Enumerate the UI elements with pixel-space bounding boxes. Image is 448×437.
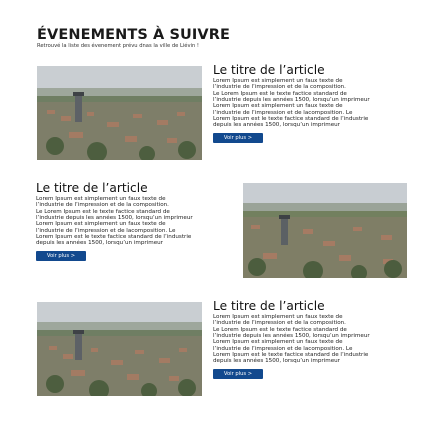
article-3-title: Le titre de l’article: [213, 299, 325, 313]
page-subtitle: Retrouvé la liste des évenement prévu dn…: [37, 43, 200, 49]
page-header: ÉVENEMENTS À SUIVRE Retrouvé la liste de…: [37, 27, 230, 50]
article-2-photo: [243, 183, 407, 278]
page-title: ÉVENEMENTS À SUIVRE: [37, 27, 230, 43]
article-1-title: Le titre de l’article: [213, 63, 325, 77]
article-3: Le titre de l’article Lorem Ipsum est si…: [213, 299, 370, 379]
article-1-voir-plus-button[interactable]: Voir plus >: [213, 132, 263, 143]
article-3-photo: [37, 302, 202, 396]
article-2-title: Le titre de l’article: [36, 181, 148, 195]
article-1: Le titre de l’article Lorem Ipsum est si…: [213, 63, 370, 143]
article-1-body: Lorem Ipsum est simplement un faux texte…: [213, 78, 370, 129]
article-3-body: Lorem Ipsum est simplement un faux texte…: [213, 314, 370, 365]
article-3-voir-plus-button[interactable]: Voir plus >: [213, 368, 263, 379]
article-2-body: Lorem Ipsum est simplement un faux texte…: [36, 196, 193, 247]
article-2-voir-plus-button[interactable]: Voir plus >: [36, 250, 86, 261]
article-1-photo: [37, 66, 202, 160]
article-2: Le titre de l’article Lorem Ipsum est si…: [36, 181, 193, 261]
